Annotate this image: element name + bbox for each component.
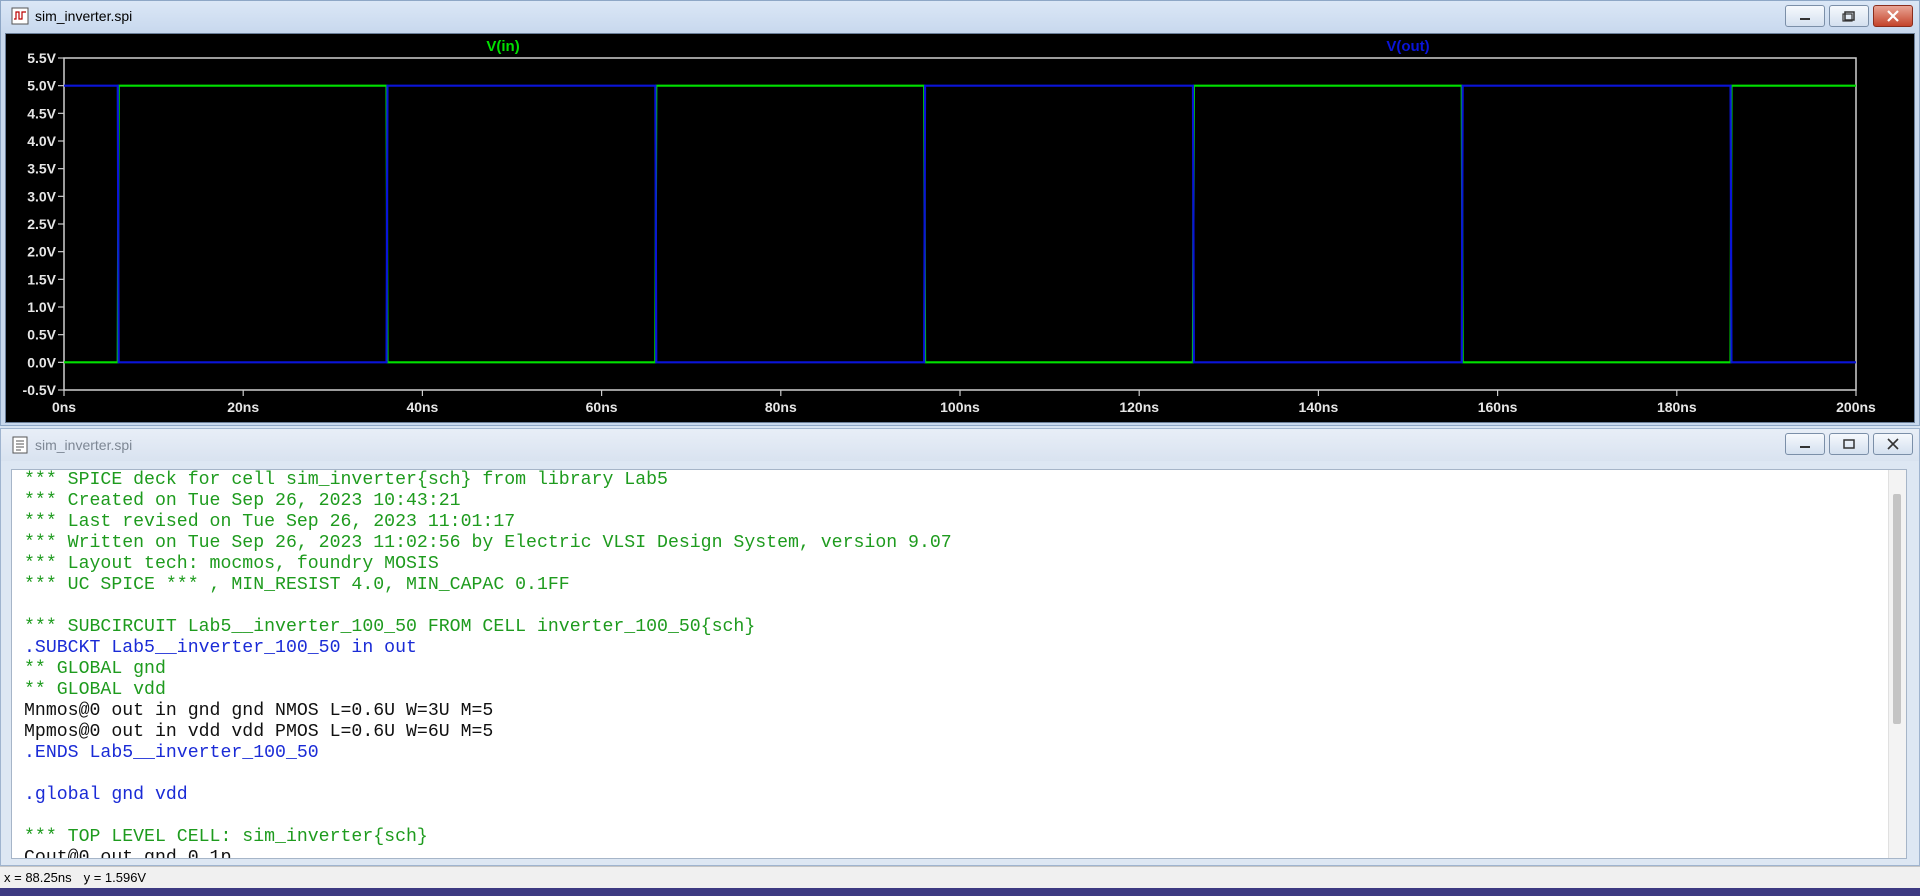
- x-tick-label: 80ns: [765, 399, 797, 415]
- x-tick-label: 160ns: [1478, 399, 1518, 415]
- status-bar: x = 88.25ns y = 1.596V: [0, 866, 1920, 888]
- x-tick-label: 40ns: [406, 399, 438, 415]
- netlist-line: Mpmos@0 out in vdd vdd PMOS L=0.6U W=6U …: [24, 722, 494, 742]
- netlist-line: .ENDS Lab5__inverter_100_50: [24, 743, 319, 763]
- cursor-y-readout: y = 1.596V: [83, 870, 147, 885]
- netlist-line: *** SUBCIRCUIT Lab5__inverter_100_50 FRO…: [24, 617, 756, 637]
- x-tick-label: 200ns: [1836, 399, 1876, 415]
- waveform-chart[interactable]: 5.5V 5.0V 4.5V 4.0V 3.5V 3.0V 2.5V 2.0V 1.5V 1.0V…: [6, 34, 1914, 422]
- netlist-line: [24, 764, 952, 785]
- y-tick-label: 1.5V: [27, 271, 56, 287]
- netlist-line: [24, 806, 952, 827]
- taskbar-edge: [0, 888, 1920, 896]
- plot-window-title: sim_inverter.spi: [35, 8, 133, 24]
- x-tick-label: 60ns: [586, 399, 618, 415]
- cursor-x-readout: x = 88.25ns: [4, 870, 72, 885]
- scrollbar-thumb[interactable]: [1893, 494, 1901, 724]
- y-tick-label: 3.0V: [27, 188, 56, 204]
- y-tick-label: 2.0V: [27, 244, 56, 260]
- netlist-line: Cout@0 out gnd 0.1p: [24, 848, 232, 859]
- maximize-icon: [1842, 11, 1855, 22]
- netlist-text: *** SPICE deck for cell sim_inverter{sch…: [24, 470, 952, 859]
- spice-netlist-editor[interactable]: *** SPICE deck for cell sim_inverter{sch…: [11, 469, 1907, 859]
- y-tick-label: 5.0V: [27, 78, 56, 94]
- y-tick-label: 4.5V: [27, 105, 56, 121]
- plot-minimize-button[interactable]: [1785, 5, 1825, 27]
- x-tick-label: 140ns: [1299, 399, 1339, 415]
- text-close-button[interactable]: [1873, 433, 1913, 455]
- netlist-line: .global gnd vdd: [24, 785, 188, 805]
- legend-vin[interactable]: V(in): [486, 38, 519, 55]
- minimize-icon: [1800, 18, 1810, 20]
- netlist-line: ** GLOBAL vdd: [24, 680, 166, 700]
- plot-maximize-button[interactable]: [1829, 5, 1869, 27]
- plot-area-border: [63, 57, 1857, 391]
- plot-window-titlebar[interactable]: sim_inverter.spi: [1, 1, 1919, 31]
- waveform-plot-pane[interactable]: 5.5V 5.0V 4.5V 4.0V 3.5V 3.0V 2.5V 2.0V 1.5V 1.0V…: [5, 33, 1915, 423]
- text-doc-icon: [11, 436, 29, 454]
- text-maximize-button[interactable]: [1829, 433, 1869, 455]
- text-window-titlebar[interactable]: sim_inverter.spi: [1, 429, 1919, 461]
- spice-text-window: sim_inverter.spi *** SPICE deck for cell…: [0, 428, 1920, 866]
- y-tick-label: 1.0V: [27, 299, 56, 315]
- netlist-line: [24, 596, 952, 617]
- vertical-scrollbar[interactable]: [1888, 470, 1906, 858]
- netlist-line: *** Created on Tue Sep 26, 2023 10:43:21: [24, 491, 461, 511]
- netlist-line: *** Last revised on Tue Sep 26, 2023 11:…: [24, 512, 516, 532]
- close-icon: [1887, 10, 1899, 22]
- netlist-line: Mnmos@0 out in gnd gnd NMOS L=0.6U W=3U …: [24, 701, 494, 721]
- y-tick-label: 0.5V: [27, 327, 56, 343]
- netlist-line: ** GLOBAL gnd: [24, 659, 166, 679]
- y-tick-label: 3.5V: [27, 161, 56, 177]
- netlist-line: .SUBCKT Lab5__inverter_100_50 in out: [24, 638, 417, 658]
- x-tick-label: 120ns: [1119, 399, 1159, 415]
- series-trace-vin[interactable]: [64, 84, 1856, 364]
- x-tick-label: 180ns: [1657, 399, 1697, 415]
- y-tick-label: 2.5V: [27, 216, 56, 232]
- netlist-line: *** UC SPICE *** , MIN_RESIST 4.0, MIN_C…: [24, 575, 570, 595]
- netlist-line: *** SPICE deck for cell sim_inverter{sch…: [24, 470, 668, 490]
- netlist-line: *** Layout tech: mocmos, foundry MOSIS: [24, 554, 439, 574]
- y-tick-label: 0.0V: [27, 354, 56, 370]
- y-tick-label: 5.5V: [27, 50, 56, 66]
- x-tick-label: 20ns: [227, 399, 259, 415]
- y-tick-label: -0.5V: [23, 382, 57, 398]
- minimize-icon: [1800, 446, 1810, 448]
- y-tick-label: 4.0V: [27, 133, 56, 149]
- x-tick-label: 0ns: [52, 399, 76, 415]
- waveform-doc-icon: [11, 7, 29, 25]
- plot-window: sim_inverter.spi 5.5V 5.0V 4.5V 4.0V 3.5V 3.0…: [0, 0, 1920, 426]
- text-window-title: sim_inverter.spi: [35, 437, 133, 453]
- plot-close-button[interactable]: [1873, 5, 1913, 27]
- series-trace-vout[interactable]: [64, 84, 1856, 364]
- netlist-line: *** Written on Tue Sep 26, 2023 11:02:56…: [24, 533, 952, 553]
- netlist-line: *** TOP LEVEL CELL: sim_inverter{sch}: [24, 827, 428, 847]
- text-minimize-button[interactable]: [1785, 433, 1825, 455]
- maximize-icon: [1843, 439, 1855, 449]
- x-tick-label: 100ns: [940, 399, 980, 415]
- legend-vout[interactable]: V(out): [1386, 38, 1429, 55]
- close-icon: [1887, 438, 1899, 450]
